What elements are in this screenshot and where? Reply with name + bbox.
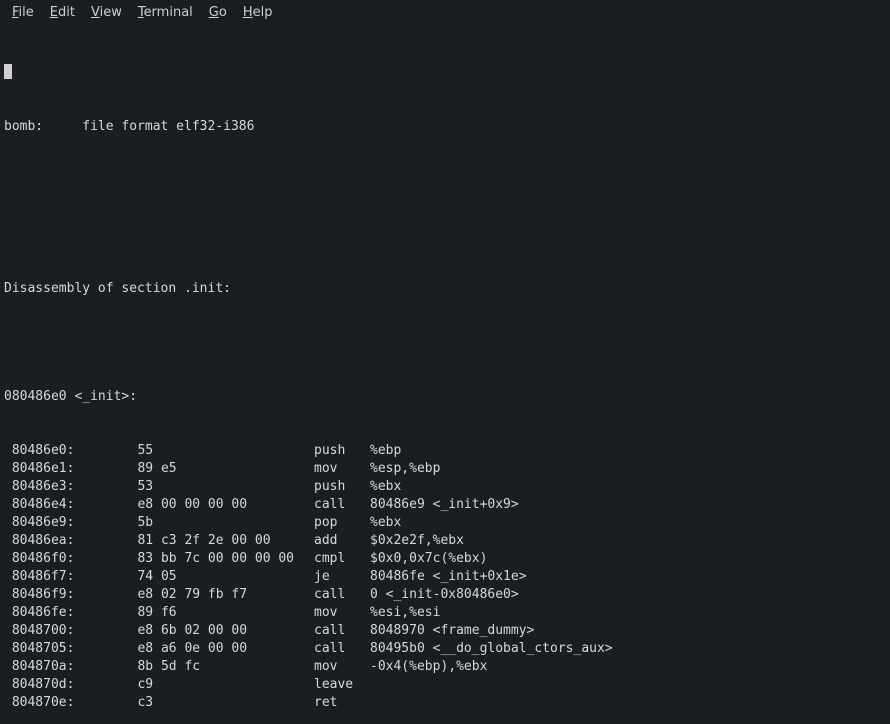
bytes-cell: e8 6b 02 00 00 (114, 622, 314, 640)
operands-cell: %ebx (370, 514, 401, 532)
disasm-row: 804870d: c9leave (4, 676, 886, 694)
address-cell: 8048705: (4, 640, 114, 658)
mnemonic-cell: call (314, 586, 370, 604)
menu-view[interactable]: View (83, 2, 130, 24)
operands-cell: %ebx (370, 478, 401, 496)
mnemonic-cell: je (314, 568, 370, 586)
disasm-row: 804870e: c3ret (4, 694, 886, 712)
menubar: File Edit View Terminal Go Help (0, 0, 890, 28)
address-cell: 80486e3: (4, 478, 114, 496)
bytes-cell: e8 02 79 fb f7 (114, 586, 314, 604)
mnemonic-cell: leave (314, 676, 370, 694)
operands-cell: %esi,%esi (370, 604, 440, 622)
disasm-row: 80486f7: 74 05je80486fe <_init+0x1e> (4, 568, 886, 586)
mnemonic-cell: add (314, 532, 370, 550)
bytes-cell: 53 (114, 478, 314, 496)
operands-cell: 80495b0 <__do_global_ctors_aux> (370, 640, 613, 658)
cursor-row (4, 64, 886, 82)
disasm-row: 80486e1: 89 e5mov%esp,%ebp (4, 460, 886, 478)
bytes-cell: 55 (114, 442, 314, 460)
section-header-init: Disassembly of section .init: (4, 280, 886, 298)
bytes-cell: 83 bb 7c 00 00 00 00 (114, 550, 314, 568)
bytes-cell: 8b 5d fc (114, 658, 314, 676)
mnemonic-cell: push (314, 442, 370, 460)
cursor-icon (4, 64, 12, 79)
address-cell: 80486ea: (4, 532, 114, 550)
menu-file[interactable]: File (4, 2, 42, 24)
disasm-row: 80486ea: 81 c3 2f 2e 00 00add$0x2e2f,%eb… (4, 532, 886, 550)
address-cell: 80486e0: (4, 442, 114, 460)
disasm-row: 804870a: 8b 5d fcmov-0x4(%ebp),%ebx (4, 658, 886, 676)
mnemonic-cell: mov (314, 460, 370, 478)
address-cell: 80486f7: (4, 568, 114, 586)
mnemonic-cell: ret (314, 694, 370, 712)
address-cell: 80486f0: (4, 550, 114, 568)
menu-go[interactable]: Go (201, 2, 235, 24)
bytes-cell: 81 c3 2f 2e 00 00 (114, 532, 314, 550)
blank-line (4, 226, 886, 244)
blank-line (4, 334, 886, 352)
operands-cell: 80486e9 <_init+0x9> (370, 496, 519, 514)
disasm-row: 80486e9: 5bpop%ebx (4, 514, 886, 532)
file-format-line: bomb: file format elf32-i386 (4, 118, 886, 136)
operands-cell: %ebp (370, 442, 401, 460)
address-cell: 804870e: (4, 694, 114, 712)
address-cell: 80486e4: (4, 496, 114, 514)
bytes-cell: 74 05 (114, 568, 314, 586)
operands-cell: 8048970 <frame_dummy> (370, 622, 534, 640)
address-cell: 80486e1: (4, 460, 114, 478)
mnemonic-cell: push (314, 478, 370, 496)
terminal-viewport[interactable]: bomb: file format elf32-i386 Disassembly… (0, 28, 890, 724)
mnemonic-cell: pop (314, 514, 370, 532)
operands-cell: 80486fe <_init+0x1e> (370, 568, 527, 586)
bytes-cell: 5b (114, 514, 314, 532)
mnemonic-cell: cmpl (314, 550, 370, 568)
address-cell: 804870d: (4, 676, 114, 694)
operands-cell: 0 <_init-0x80486e0> (370, 586, 519, 604)
bytes-cell: e8 00 00 00 00 (114, 496, 314, 514)
operands-cell: $0x2e2f,%ebx (370, 532, 464, 550)
disasm-row: 80486f0: 83 bb 7c 00 00 00 00cmpl$0x0,0x… (4, 550, 886, 568)
address-cell: 8048700: (4, 622, 114, 640)
disasm-row: 80486e0: 55push%ebp (4, 442, 886, 460)
operands-cell: $0x0,0x7c(%ebx) (370, 550, 487, 568)
disasm-row: 80486e3: 53push%ebx (4, 478, 886, 496)
mnemonic-cell: call (314, 640, 370, 658)
operands-cell: %esp,%ebp (370, 460, 440, 478)
disasm-row: 8048700: e8 6b 02 00 00call8048970 <fram… (4, 622, 886, 640)
bytes-cell: c9 (114, 676, 314, 694)
disasm-row: 80486fe: 89 f6mov%esi,%esi (4, 604, 886, 622)
disasm-row: 80486f9: e8 02 79 fb f7call0 <_init-0x80… (4, 586, 886, 604)
bytes-cell: 89 f6 (114, 604, 314, 622)
disasm-row: 80486e4: e8 00 00 00 00call80486e9 <_ini… (4, 496, 886, 514)
mnemonic-cell: mov (314, 658, 370, 676)
disasm-row: 8048705: e8 a6 0e 00 00call80495b0 <__do… (4, 640, 886, 658)
operands-cell: -0x4(%ebp),%ebx (370, 658, 487, 676)
symbol-line-init: 080486e0 <_init>: (4, 388, 886, 406)
bytes-cell: e8 a6 0e 00 00 (114, 640, 314, 658)
blank-line (4, 172, 886, 190)
address-cell: 80486fe: (4, 604, 114, 622)
mnemonic-cell: call (314, 496, 370, 514)
menu-edit[interactable]: Edit (42, 2, 83, 24)
mnemonic-cell: mov (314, 604, 370, 622)
bytes-cell: c3 (114, 694, 314, 712)
menu-help[interactable]: Help (235, 2, 281, 24)
menu-terminal[interactable]: Terminal (130, 2, 201, 24)
address-cell: 80486e9: (4, 514, 114, 532)
address-cell: 80486f9: (4, 586, 114, 604)
mnemonic-cell: call (314, 622, 370, 640)
address-cell: 804870a: (4, 658, 114, 676)
bytes-cell: 89 e5 (114, 460, 314, 478)
